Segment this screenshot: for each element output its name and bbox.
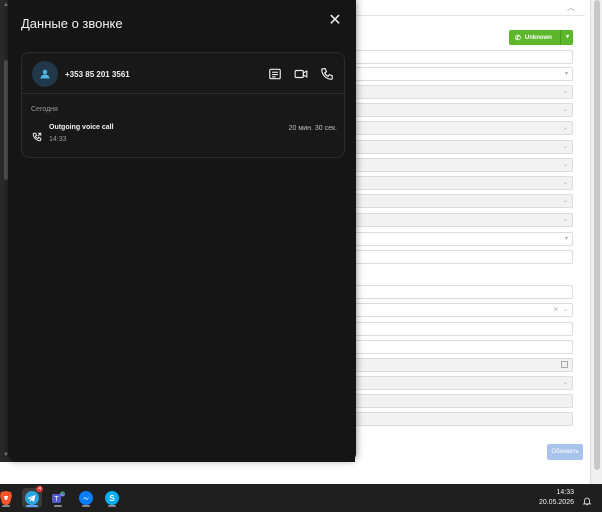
notifications-icon[interactable]	[582, 493, 592, 506]
chevron-down-icon: ⌄	[562, 380, 568, 386]
voice-call-icon[interactable]	[320, 67, 334, 81]
taskbar-indicator	[54, 505, 62, 507]
system-clock[interactable]: 14:33 20.05.2026	[539, 488, 574, 508]
date-label: Сегодня	[31, 106, 58, 113]
taskbar-indicator	[2, 505, 10, 507]
form-select[interactable]: ⌄	[355, 121, 573, 135]
form-field[interactable]	[355, 340, 573, 354]
chevron-down-icon: ⌄	[562, 180, 568, 186]
form-field[interactable]	[355, 394, 573, 408]
chevron-down-icon: ⌄	[562, 198, 568, 204]
clear-icon[interactable]: ×	[553, 305, 558, 314]
form-select[interactable]: ⌄	[355, 103, 573, 117]
contact-card: +353 85 201 3561 Сегодня Outgoing voice …	[21, 52, 345, 158]
form-select[interactable]: ⌄	[355, 85, 573, 99]
chevron-down-icon: ⌄	[562, 89, 568, 95]
date-field[interactable]	[355, 358, 573, 372]
chevron-down-icon: ⌄	[562, 162, 568, 168]
status-button[interactable]: ✆ Unknown ▾	[509, 30, 573, 45]
svg-text:T: T	[54, 496, 59, 503]
teams-icon[interactable]: T	[48, 488, 68, 508]
form-field[interactable]	[355, 50, 573, 64]
taskbar-indicator	[82, 505, 90, 507]
chevron-down-icon: ⌄	[562, 217, 568, 223]
window-scrollbar[interactable]	[590, 0, 602, 484]
chevron-up-icon[interactable]: ︿	[567, 2, 575, 13]
clock-date: 20.05.2026	[538, 499, 574, 506]
chevron-down-icon[interactable]: ▾	[566, 33, 569, 40]
notification-badge: 4	[36, 486, 43, 492]
scroll-thumb[interactable]	[594, 0, 600, 470]
form-field[interactable]	[355, 250, 573, 264]
chevron-down-icon: ⌄	[562, 107, 568, 113]
form-select[interactable]: ▾	[355, 232, 573, 246]
form-select[interactable]: ⌄	[355, 376, 573, 390]
caret-down-icon: ▾	[564, 71, 568, 77]
phone-icon: ✆	[515, 34, 521, 42]
panel-title: Данные о звонке	[21, 16, 123, 31]
form-select[interactable]: × ⌄	[355, 303, 573, 317]
person-icon	[40, 69, 50, 79]
chevron-down-icon: ⌄	[562, 125, 568, 131]
avatar[interactable]	[32, 61, 58, 87]
form-select[interactable]: ⌄	[355, 158, 573, 172]
form-select[interactable]: ⌄	[355, 194, 573, 208]
divider	[22, 93, 344, 94]
background-form: ︿ ✆ Unknown ▾ ▾ ⌄ ⌄ ⌄ ⌄ ⌄ ⌄ ⌄ ⌄ ▾ × ⌄ ⌄ О…	[355, 0, 585, 462]
update-button[interactable]: Обновить	[547, 444, 583, 460]
svg-text:S: S	[109, 494, 115, 503]
taskbar-indicator	[108, 505, 116, 507]
call-duration: 20 мин. 30 сек.	[288, 125, 337, 132]
caret-down-icon: ▾	[564, 236, 568, 242]
brave-icon[interactable]	[0, 488, 16, 508]
phone-number: +353 85 201 3561	[65, 70, 130, 79]
skype-icon[interactable]: S	[102, 488, 122, 508]
call-details-panel: Данные о звонке ✕ +353 85 201 3561 Сегод…	[8, 0, 356, 460]
messenger-icon[interactable]	[76, 488, 96, 508]
form-select[interactable]: ⌄	[355, 140, 573, 154]
call-type[interactable]: Outgoing voice call	[49, 124, 114, 131]
telegram-icon[interactable]: 4	[22, 486, 43, 508]
message-icon[interactable]	[268, 67, 282, 81]
form-field[interactable]	[355, 412, 573, 426]
video-call-icon[interactable]	[294, 67, 308, 81]
form-select[interactable]: ⌄	[355, 213, 573, 227]
clock-time: 14:33	[556, 489, 574, 496]
taskbar: 4 T S 14:33 20.05.2026	[0, 484, 602, 512]
outgoing-call-icon	[32, 129, 42, 142]
form-select[interactable]: ▾	[355, 67, 573, 81]
button-separator	[560, 30, 561, 45]
form-field[interactable]	[355, 322, 573, 336]
chevron-down-icon[interactable]: ⌄	[563, 306, 568, 313]
chevron-down-icon: ⌄	[562, 144, 568, 150]
form-field[interactable]	[355, 285, 573, 299]
form-select[interactable]: ⌄	[355, 176, 573, 190]
close-icon[interactable]: ✕	[328, 13, 342, 29]
status-button-label: Unknown	[524, 34, 552, 41]
taskbar-indicator	[26, 505, 38, 507]
call-time: 14:33	[49, 136, 67, 143]
calendar-icon[interactable]	[561, 361, 568, 368]
form-topbar: ︿	[355, 0, 585, 16]
